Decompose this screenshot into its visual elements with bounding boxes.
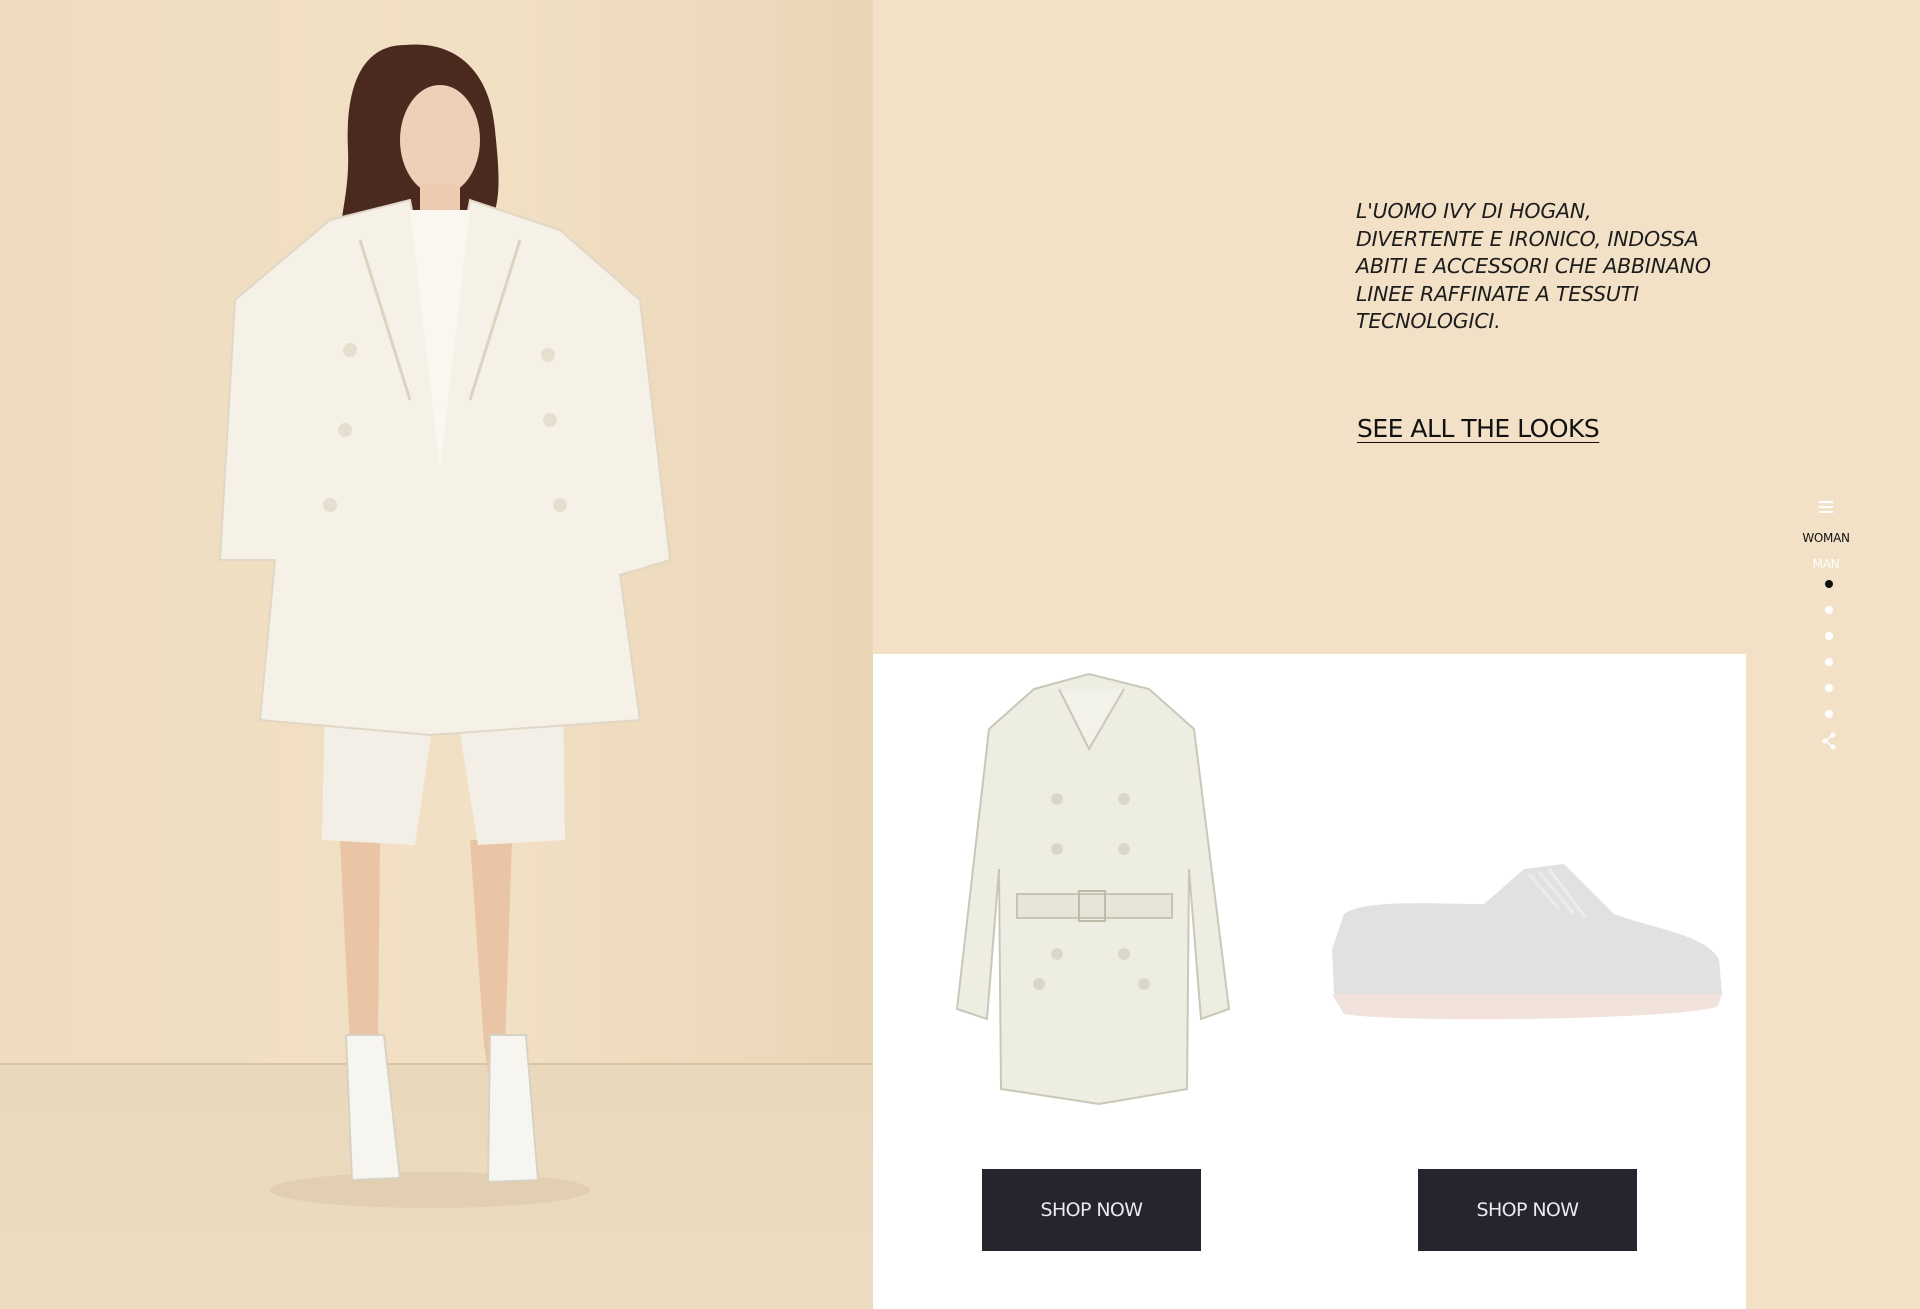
slide-dot[interactable] bbox=[1825, 580, 1833, 588]
tagline-line: ABITI E ACCESSORI CHE ABBINANO bbox=[1356, 254, 1711, 278]
slide-dot[interactable] bbox=[1825, 606, 1833, 614]
model-illustration bbox=[218, 44, 672, 1208]
tagline-line: DIVERTENTE E IRONICO, INDOSSA bbox=[1356, 226, 1699, 251]
shop-now-button[interactable]: SHOP NOW bbox=[982, 1169, 1201, 1251]
hamburger-icon[interactable] bbox=[1819, 501, 1833, 513]
tagline-line: LINEE RAFFINATE A TESSUTI bbox=[1356, 281, 1639, 306]
tagline-line: L'UOMO IVY DI HOGAN, bbox=[1356, 199, 1592, 223]
hero-model-photo bbox=[0, 0, 873, 1309]
nav-man-link[interactable]: MAN bbox=[1786, 551, 1866, 577]
see-all-looks-link[interactable]: SEE ALL THE LOOKS bbox=[1357, 414, 1600, 443]
nav-woman-link[interactable]: WOMAN bbox=[1786, 525, 1866, 551]
slide-dot[interactable] bbox=[1825, 684, 1833, 692]
side-navigation: WOMAN MAN bbox=[1786, 496, 1866, 750]
slide-dot[interactable] bbox=[1825, 632, 1833, 640]
sneaker-shoe-image[interactable] bbox=[1324, 854, 1734, 1034]
slide-dot[interactable] bbox=[1825, 710, 1833, 718]
slide-dot[interactable] bbox=[1825, 658, 1833, 666]
lookbook-page: L'UOMO IVY DI HOGAN, DIVERTENTE E IRONIC… bbox=[0, 0, 1920, 1309]
share-icon[interactable] bbox=[1821, 732, 1837, 750]
shop-now-button[interactable]: SHOP NOW bbox=[1418, 1169, 1637, 1251]
trench-coat-image[interactable] bbox=[939, 669, 1244, 1109]
tagline-line: TECNOLOGICI. bbox=[1356, 309, 1501, 333]
product-panel: SHOP NOW SHOP NOW bbox=[873, 654, 1746, 1309]
slide-pagination bbox=[1786, 580, 1866, 718]
editorial-tagline: L'UOMO IVY DI HOGAN, DIVERTENTE E IRONIC… bbox=[1356, 198, 1716, 336]
